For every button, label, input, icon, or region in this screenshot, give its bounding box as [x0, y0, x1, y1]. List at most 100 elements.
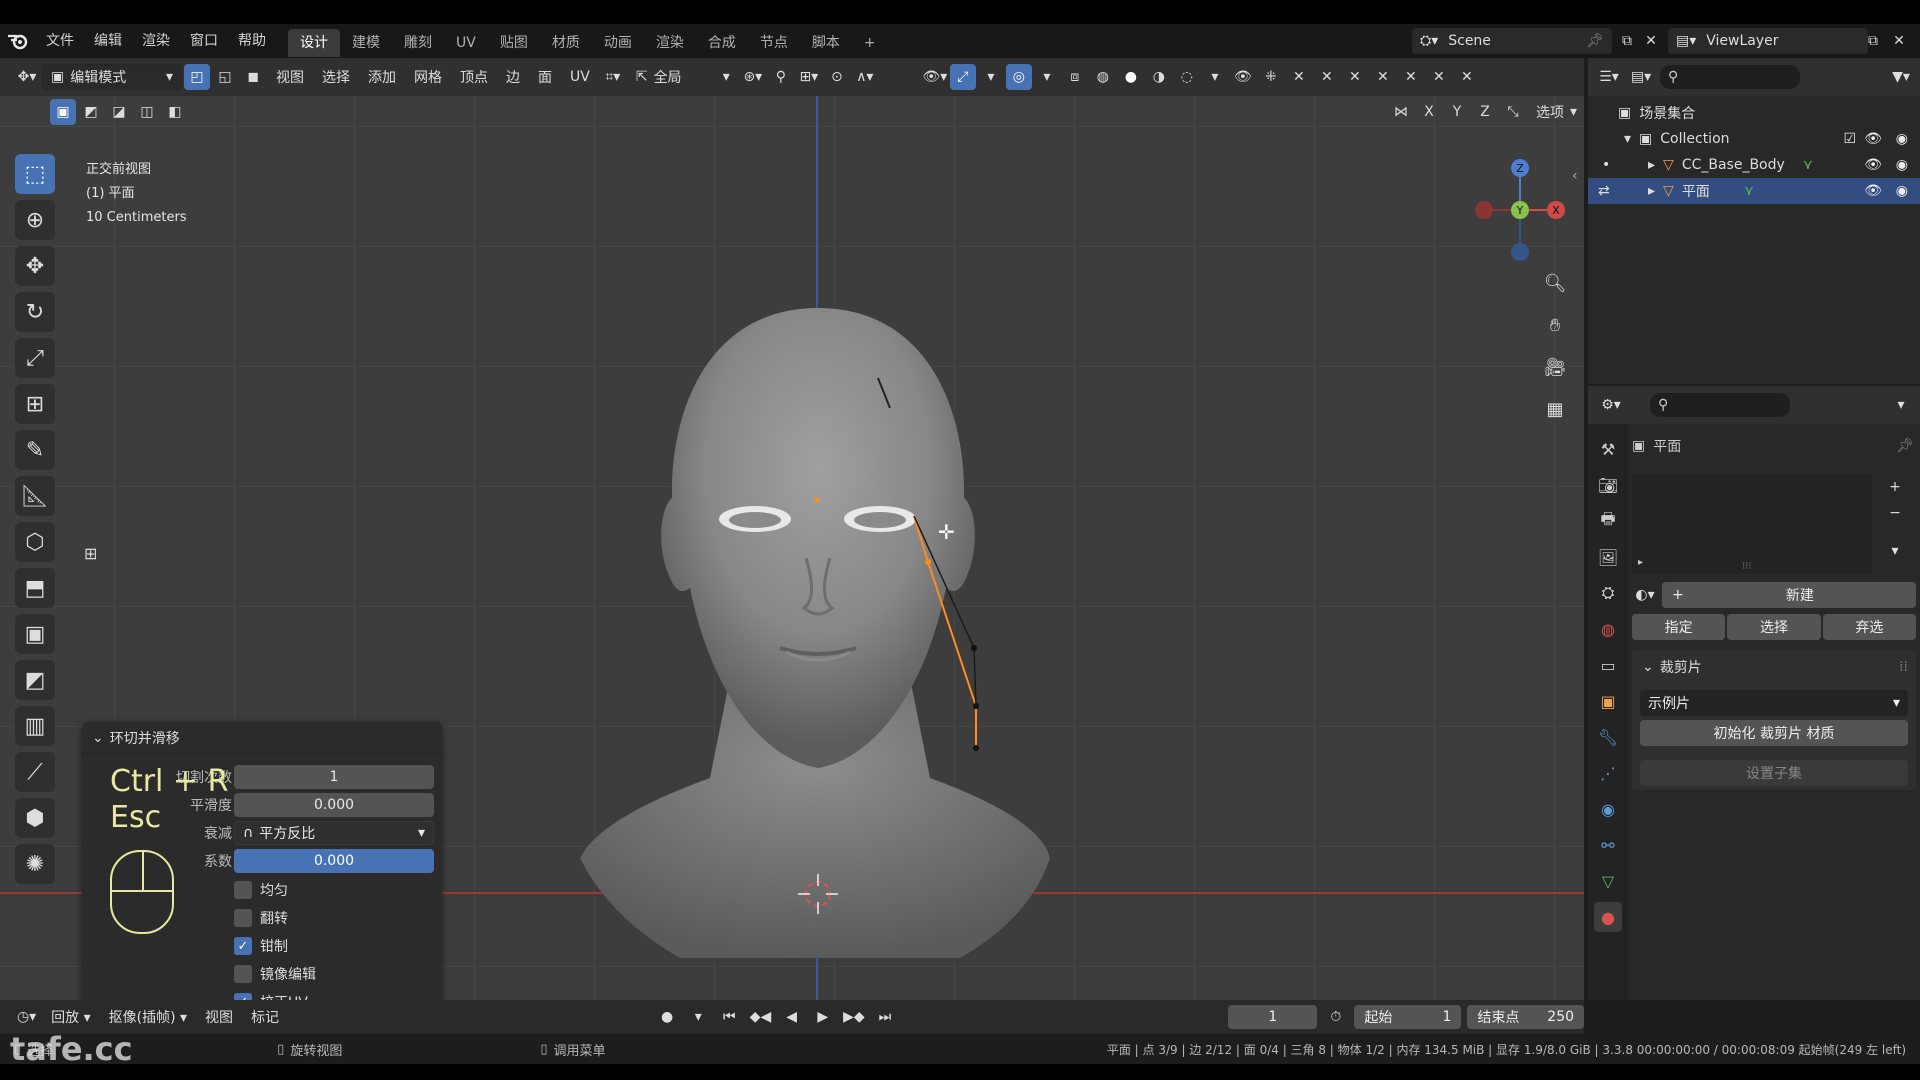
snap-icon[interactable]: ⚲ — [768, 64, 794, 90]
slot-menu-icon[interactable]: ▾ — [1882, 538, 1908, 564]
material-slot-list[interactable]: ▸ ⁝⁝⁝ — [1632, 474, 1872, 574]
mirror-icon[interactable]: ⋈ — [1388, 99, 1414, 125]
clamp-checkbox[interactable]: ✓ — [234, 937, 252, 955]
add-slot-icon[interactable]: + — [1882, 474, 1908, 500]
correct-uv-option[interactable]: ✓ 校正UV — [234, 992, 308, 1000]
pin-icon[interactable]: 📌︎ — [1896, 438, 1914, 454]
tab-geometry-nodes[interactable]: 节点 — [748, 29, 800, 57]
overlay-icon[interactable]: ◎ — [1005, 64, 1032, 90]
pan-hand-icon[interactable]: ✋︎ — [1538, 308, 1572, 342]
close-icon[interactable]: ✕ — [1398, 64, 1424, 90]
clip-dropdown[interactable]: 示例片 ▾ — [1640, 690, 1908, 716]
menu-select[interactable]: 选择 — [314, 64, 358, 90]
select-new-icon[interactable]: ▣ — [50, 99, 76, 125]
mode-selector[interactable]: ▣ 编辑模式 ▾ — [42, 64, 182, 90]
measure-tool[interactable]: 📐︎ — [15, 476, 55, 516]
jump-end-icon[interactable]: ⏭ — [872, 1004, 897, 1030]
transform-tool[interactable]: ⊞ — [15, 384, 55, 424]
tab-animation[interactable]: 动画 — [592, 29, 644, 57]
tab-texture-paint[interactable]: 贴图 — [488, 29, 540, 57]
spin-tool[interactable]: ✺ — [15, 844, 55, 884]
render-tab-icon[interactable]: 📷︎ — [1594, 470, 1622, 500]
scene-tab-icon[interactable]: ⛭ — [1594, 578, 1622, 608]
sidebar-toggle-icon[interactable]: ‹ — [1572, 168, 1578, 184]
gizmo-icon[interactable]: ⤢ — [949, 64, 976, 90]
init-clip-material-button[interactable]: 初始化 裁剪片 材质 — [1640, 720, 1908, 746]
physics-tab-icon[interactable]: ◉ — [1594, 794, 1622, 824]
set-child-button[interactable]: 设置子集 — [1640, 760, 1908, 786]
modifier-tab-icon[interactable]: 🔧︎ — [1594, 722, 1622, 752]
select-extend-icon[interactable]: ◩ — [78, 99, 104, 125]
select-invert-icon[interactable]: ◫ — [134, 99, 160, 125]
vertex-select-icon[interactable]: ◰ — [184, 64, 210, 90]
menu-help[interactable]: 帮助 — [228, 24, 276, 58]
collection-row[interactable]: ▾ ▣ Collection ☑ 👁︎ ◉ — [1588, 126, 1920, 152]
falloff-select[interactable]: ∩ 平方反比 ▾ — [234, 821, 434, 845]
visibility-icon[interactable]: 👁︎▾ — [922, 64, 948, 90]
smoothness-field[interactable]: 0.000 — [234, 793, 434, 817]
playback-menu[interactable]: 回放 ▾ — [45, 1007, 96, 1027]
tool-tab-icon[interactable]: ⚒ — [1594, 434, 1622, 464]
clip-panel-header[interactable]: ⌄ 裁剪片 ⁞⁞ — [1632, 650, 1916, 684]
edge-select-icon[interactable]: ◱ — [212, 64, 238, 90]
menu-edge[interactable]: 边 — [498, 64, 528, 90]
deselect-button[interactable]: 弃选 — [1822, 614, 1916, 640]
tab-sculpting[interactable]: 雕刻 — [392, 29, 444, 57]
proportional-edit-icon[interactable]: ⊙ — [824, 64, 850, 90]
scene-selector[interactable]: ⛭▾ Scene 📌︎ — [1412, 28, 1612, 54]
timeline-editor-icon[interactable]: ◷▾ — [14, 1004, 39, 1030]
axis-x-toggle[interactable]: X — [1416, 99, 1442, 125]
select-subtract-icon[interactable]: ◪ — [106, 99, 132, 125]
menu-window[interactable]: 窗口 — [180, 24, 228, 58]
tab-shading[interactable]: 材质 — [540, 29, 592, 57]
jump-start-icon[interactable]: ⏮ — [717, 1004, 742, 1030]
camera-icon[interactable]: ◉ — [1896, 183, 1908, 199]
navigation-gizmo[interactable]: Z X Y — [1460, 154, 1570, 264]
view-layer-selector[interactable]: ▤▾ ViewLayer — [1668, 28, 1868, 54]
face-select-icon[interactable]: ◼ — [240, 64, 266, 90]
rotate-tool[interactable]: ↻ — [15, 292, 55, 332]
knife-tool[interactable]: ⟋ — [15, 752, 55, 792]
stopwatch-icon[interactable]: ⏱ — [1323, 1004, 1348, 1030]
eye-icon[interactable]: 👁︎ — [1864, 183, 1882, 199]
even-option[interactable]: 均匀 — [234, 880, 288, 900]
menu-render[interactable]: 渲染 — [132, 24, 180, 58]
collection-tab-icon[interactable]: ▭ — [1594, 650, 1622, 680]
options-menu[interactable]: 选项 ▾ — [1528, 99, 1584, 125]
properties-editor-icon[interactable]: ⚙▾ — [1598, 392, 1624, 418]
camera-icon[interactable]: ◉ — [1896, 157, 1908, 173]
tab-layout[interactable]: 设计 — [288, 29, 340, 57]
clamp-option[interactable]: ✓ 钳制 — [234, 936, 288, 956]
current-frame-field[interactable]: 1 — [1228, 1005, 1318, 1029]
select-intersect-icon[interactable]: ◧ — [162, 99, 188, 125]
display-mode-icon[interactable]: ▤▾ — [1628, 64, 1654, 90]
loop-cut-tool[interactable]: ▥ — [15, 706, 55, 746]
xray-icon[interactable]: ⧈ — [1062, 64, 1088, 90]
transform-orientation[interactable]: ⇱ 全局 ▾ — [628, 64, 738, 90]
close-icon[interactable]: ✕ — [1454, 64, 1480, 90]
chevron-down-icon[interactable]: ▾ — [1888, 392, 1914, 418]
material-tab-icon[interactable]: ● — [1594, 902, 1622, 932]
scale-tool[interactable]: ⤢ — [15, 338, 55, 378]
tab-compositing[interactable]: 合成 — [696, 29, 748, 57]
data-tab-icon[interactable]: ▽ — [1594, 866, 1622, 896]
next-keyframe-icon[interactable]: ▶◆ — [841, 1004, 866, 1030]
hide-icon[interactable]: 👁︎ — [1230, 64, 1256, 90]
camera-icon[interactable]: ◉ — [1896, 131, 1908, 147]
particles-tab-icon[interactable]: ⋰ — [1594, 758, 1622, 788]
delete-scene-icon[interactable]: ✕ — [1638, 28, 1664, 54]
filter-icon[interactable]: ▼▾ — [1888, 64, 1914, 90]
shading-menu-icon[interactable]: ▾ — [1202, 64, 1228, 90]
select-button[interactable]: 选择 — [1727, 614, 1821, 640]
select-toggle-icon[interactable]: ⁜ — [1258, 64, 1284, 90]
menu-mesh[interactable]: 网格 — [406, 64, 450, 90]
solid-shading-icon[interactable]: ● — [1118, 64, 1144, 90]
timeline-view-menu[interactable]: 视图 — [199, 1007, 239, 1027]
marker-menu[interactable]: 标记 — [245, 1007, 285, 1027]
outliner-item-cc-base-body[interactable]: • ▸ ▽ CC_Base_Body ⋎ 👁︎ ◉ — [1588, 152, 1920, 178]
world-tab-icon[interactable]: ◍ — [1594, 614, 1622, 644]
grid-view-icon[interactable]: ▦ — [1538, 392, 1572, 426]
correct-uv-checkbox[interactable]: ✓ — [234, 993, 252, 1000]
rendered-shading-icon[interactable]: ◌ — [1174, 64, 1200, 90]
start-frame-field[interactable]: 起始 1 — [1354, 1005, 1462, 1029]
